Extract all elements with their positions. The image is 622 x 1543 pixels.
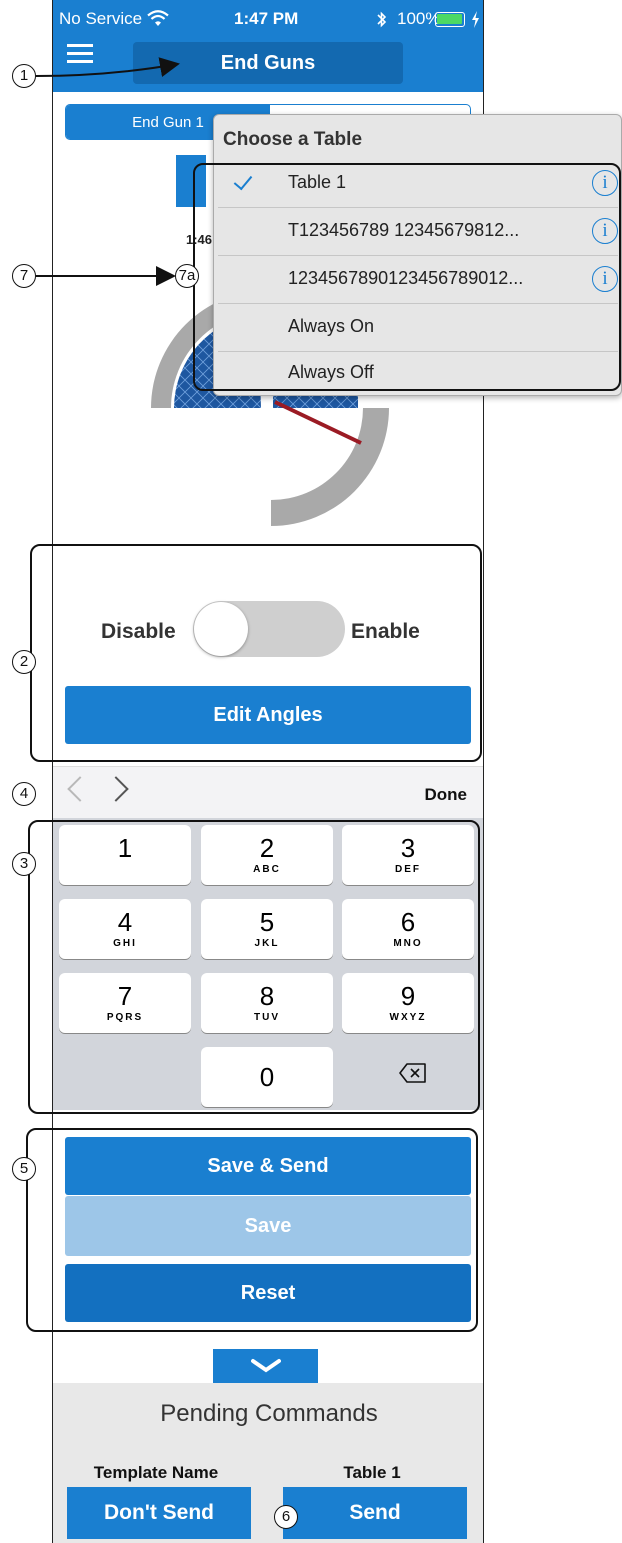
callout-6: 6 — [274, 1505, 298, 1529]
callout-7a: 7a — [175, 264, 199, 288]
callout-1: 1 — [12, 64, 36, 88]
callout-2: 2 — [12, 650, 36, 674]
callout-5: 5 — [12, 1157, 36, 1181]
callout-7: 7 — [12, 264, 36, 288]
callout-4: 4 — [12, 782, 36, 806]
callout-3: 3 — [12, 852, 36, 876]
annotation-arrows — [35, 57, 180, 286]
